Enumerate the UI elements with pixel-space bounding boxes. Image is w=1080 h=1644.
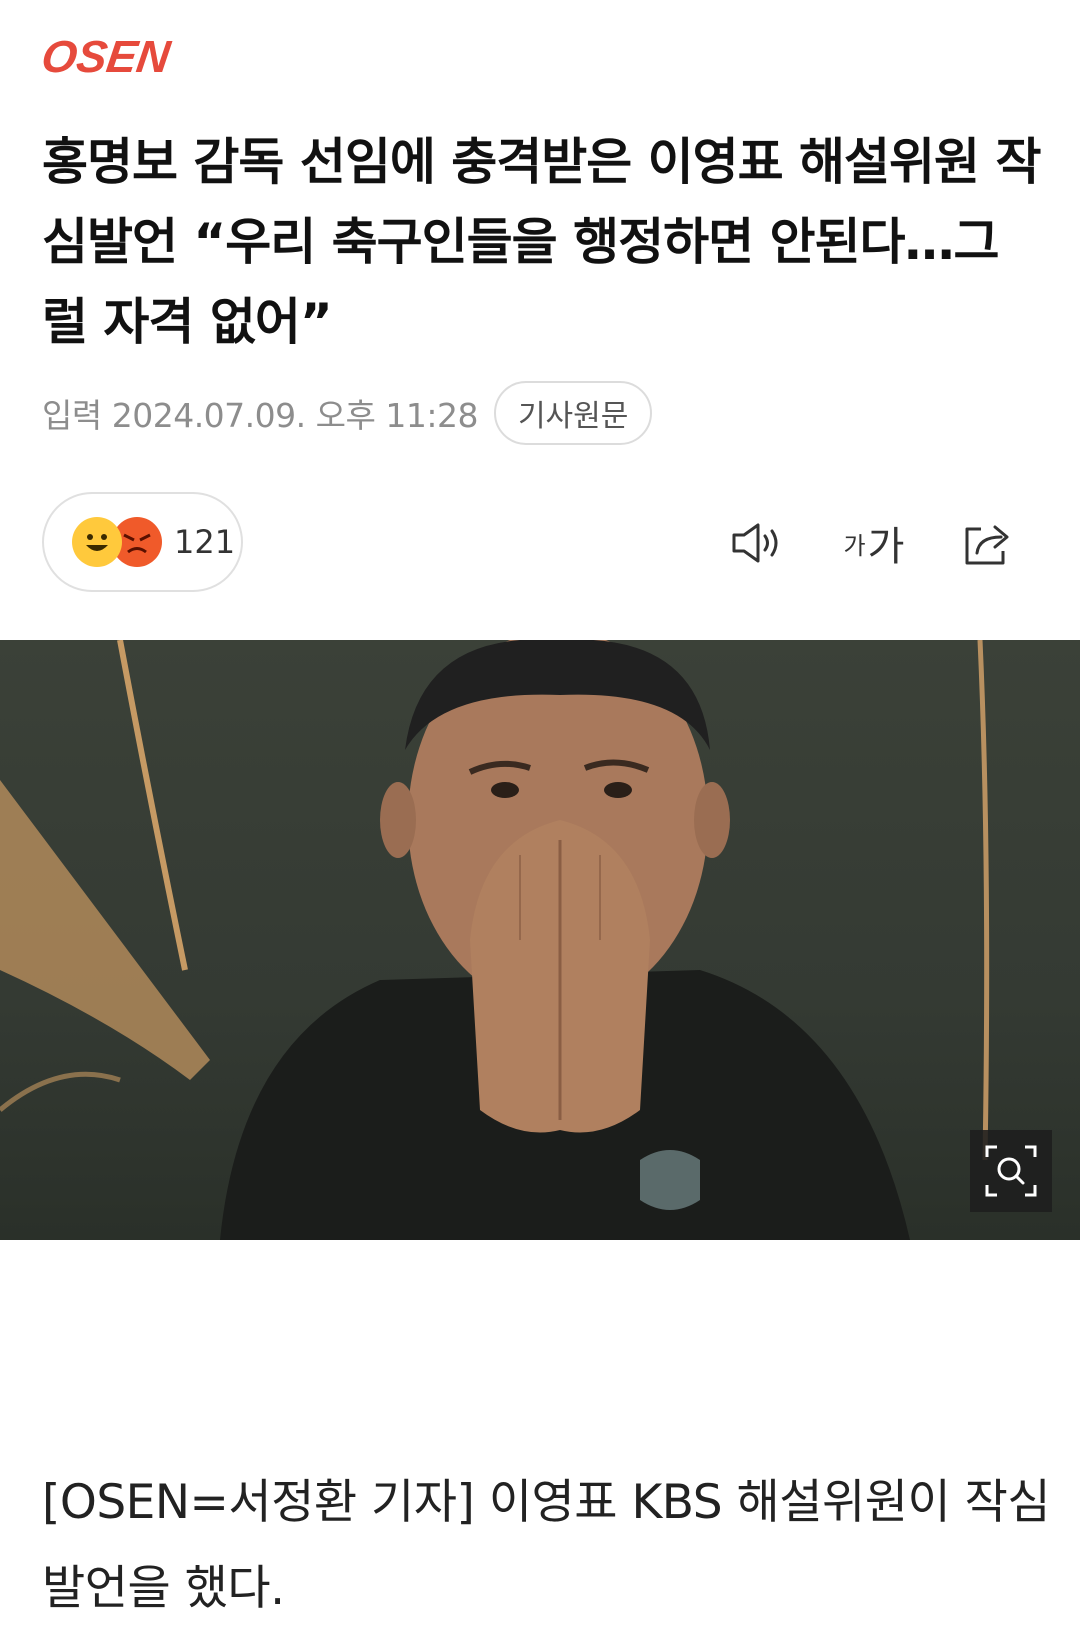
original-article-button[interactable]: 기사원문 [493,381,653,445]
share-icon [965,525,1009,565]
font-small-label: 가 [843,531,866,560]
osen-logo[interactable]: OSEN [38,31,174,82]
article-headline: 홍명보 감독 선임에 충격받은 이영표 해설위원 작심발언 “우리 축구인들을 … [42,133,1041,351]
reaction-button[interactable]: 121 [42,492,243,592]
article-meta: 입력 2024.07.09. 오후 11:28 기사원문 [42,380,653,446]
publish-date: 입력 2024.07.09. 오후 11:28 [42,396,478,435]
speaker-icon [732,523,778,563]
audio-button[interactable] [726,508,788,578]
photo-illustration [0,640,990,1240]
reaction-count: 121 [174,523,236,561]
image-zoom-button[interactable] [970,1130,1052,1212]
smile-emoji-icon [72,517,122,567]
font-size-button[interactable]: 가 가 [838,508,910,578]
article-body: [OSEN=서정환 기자] 이영표 KBS 해설위원이 작심발언을 했다. [42,1475,1051,1616]
font-large-label: 가 [867,524,905,570]
share-button[interactable] [958,508,1018,578]
article-photo[interactable] [0,640,1080,1240]
zoom-icon [985,1145,1037,1197]
logo-text: OSEN [38,31,174,82]
